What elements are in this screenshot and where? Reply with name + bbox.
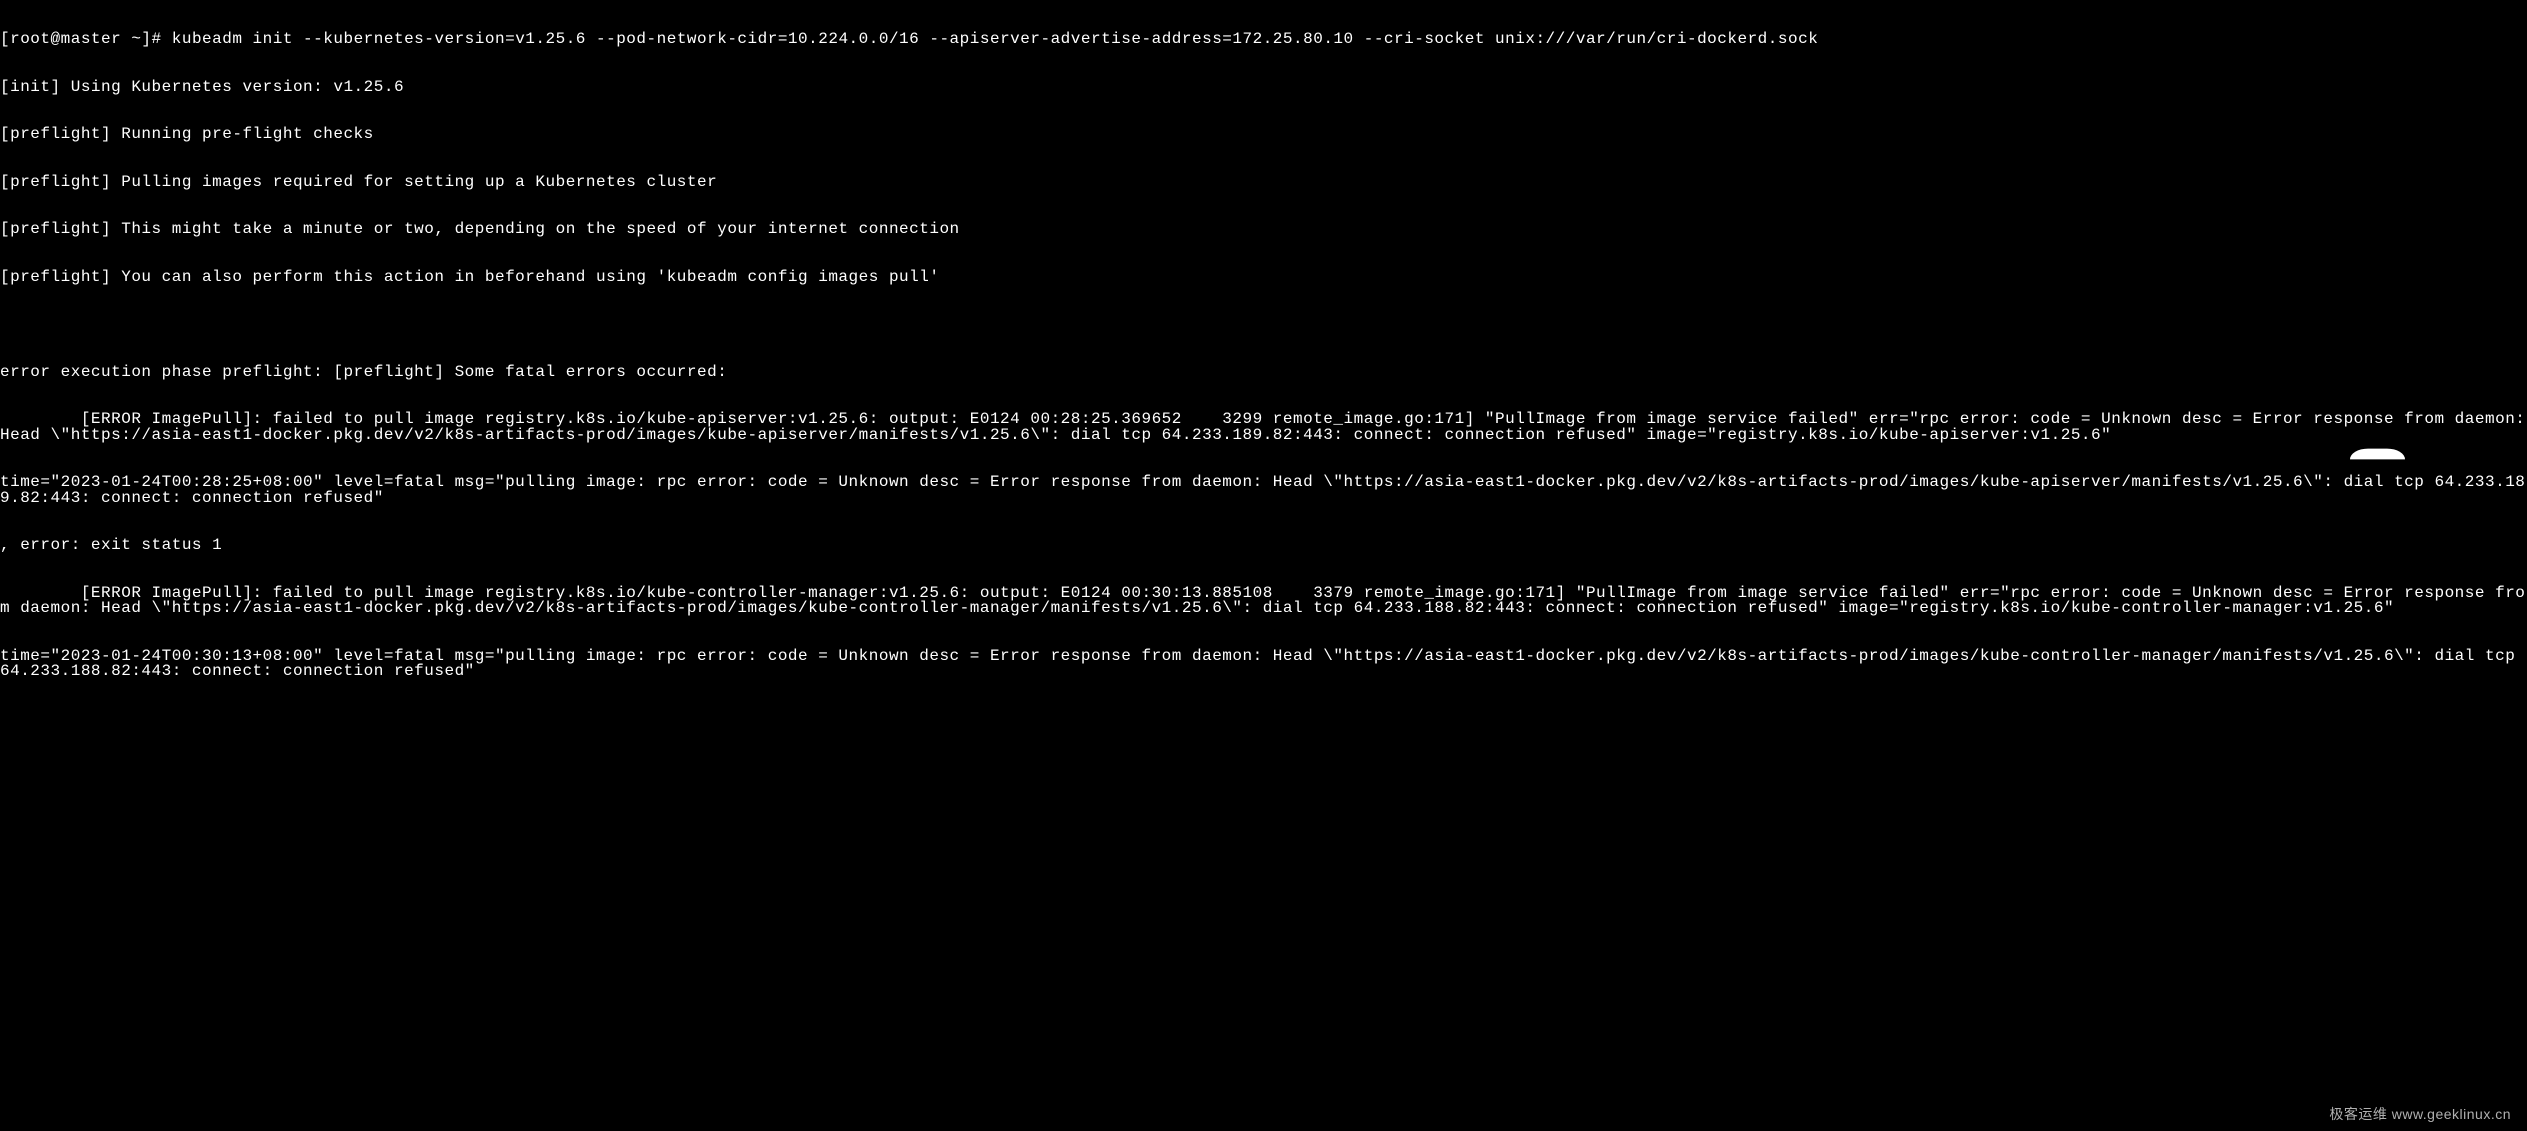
terminal-output[interactable]: [root@master ~]# kubeadm init --kubernet… (0, 0, 2527, 696)
output-line-error: time="2023-01-24T00:28:25+08:00" level=f… (0, 475, 2527, 506)
output-line-empty (0, 317, 2527, 333)
output-line-error: time="2023-01-24T00:30:13+08:00" level=f… (0, 649, 2527, 680)
output-line: error execution phase preflight: [prefli… (0, 365, 2527, 381)
cursor-icon (2350, 449, 2405, 460)
output-line-error: , error: exit status 1 (0, 538, 2527, 554)
output-line: [preflight] This might take a minute or … (0, 222, 2527, 238)
output-line-error: [ERROR ImagePull]: failed to pull image … (0, 412, 2527, 443)
command-text: kubeadm init --kubernetes-version=v1.25.… (172, 30, 1819, 48)
output-line: [preflight] Running pre-flight checks (0, 127, 2527, 143)
prompt-line: [root@master ~]# kubeadm init --kubernet… (0, 32, 2527, 48)
shell-prompt: [root@master ~]# (0, 30, 162, 48)
output-line: [init] Using Kubernetes version: v1.25.6 (0, 80, 2527, 96)
output-line: [preflight] You can also perform this ac… (0, 270, 2527, 286)
watermark-text: 极客运维 www.geeklinux.cn (2329, 1107, 2511, 1121)
output-line: [preflight] Pulling images required for … (0, 175, 2527, 191)
output-line-error: [ERROR ImagePull]: failed to pull image … (0, 586, 2527, 617)
